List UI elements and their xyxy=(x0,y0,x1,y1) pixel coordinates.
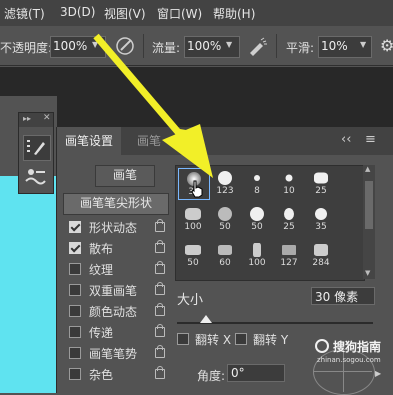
menu-filter[interactable]: 滤镜(T) xyxy=(4,5,45,22)
checkbox[interactable] xyxy=(69,305,81,317)
menu-bar: 滤镜(T) 3D(D) 视图(V) 窗口(W) 帮助(H) xyxy=(0,0,393,26)
watermark-url: zhinan.sogou.com xyxy=(317,356,381,364)
hand-cursor-icon xyxy=(191,180,203,198)
checkbox[interactable] xyxy=(69,347,81,359)
brush-tip[interactable]: 60 xyxy=(210,240,240,270)
checkbox[interactable] xyxy=(69,284,81,296)
scroll-up-icon[interactable]: ▲ xyxy=(365,165,370,173)
panel-tab-row: 画笔设置 画笔 ‹‹ ≡ xyxy=(57,127,393,155)
checkbox[interactable] xyxy=(69,221,81,233)
list-item[interactable]: 纹理 xyxy=(65,260,165,280)
menu-3d[interactable]: 3D(D) xyxy=(60,5,95,19)
brush-tip[interactable]: 10 xyxy=(274,168,304,198)
opacity-label: 不透明度: xyxy=(0,41,53,55)
tab-brush-settings[interactable]: 画笔设置 xyxy=(57,127,122,155)
lock-icon[interactable] xyxy=(155,303,165,316)
brush-tip[interactable]: 50 xyxy=(178,240,208,270)
checkbox[interactable] xyxy=(69,368,81,380)
watermark-logo-icon xyxy=(315,339,329,353)
panel-menu-icon[interactable]: ≡ xyxy=(365,132,376,147)
checkbox[interactable] xyxy=(69,326,81,338)
brush-tip[interactable]: 127 xyxy=(274,240,304,270)
collapse-icon[interactable]: ‹‹ xyxy=(341,132,351,147)
brush-tip[interactable]: 284 xyxy=(306,240,336,270)
brush-settings-panel: 画笔设置 画笔 ‹‹ ≡ 画笔 画笔笔尖形状 形状动态 散布 纹理 双重画笔 颜… xyxy=(56,127,393,395)
close-icon[interactable]: ✕ xyxy=(43,113,51,123)
flip-x-checkbox[interactable] xyxy=(177,333,189,345)
list-item[interactable]: 画笔笔势 xyxy=(65,344,165,364)
brush-tip[interactable]: 35 xyxy=(306,204,336,234)
lock-icon[interactable] xyxy=(155,324,165,337)
menu-help[interactable]: 帮助(H) xyxy=(213,5,255,22)
list-item[interactable]: 杂色 xyxy=(65,365,165,385)
brush-presets-icon xyxy=(25,169,46,185)
menu-window[interactable]: 窗口(W) xyxy=(157,5,202,22)
watermark-text: 搜狗指南 xyxy=(333,340,382,354)
separator xyxy=(143,34,144,58)
flip-y-label: 翻转 Y xyxy=(253,333,289,347)
scroll-thumb[interactable] xyxy=(365,181,373,229)
watermark: 搜狗指南 zhinan.sogou.com xyxy=(315,337,391,367)
list-item[interactable]: 散布 xyxy=(65,239,165,259)
flip-x-label: 翻转 X xyxy=(195,333,232,347)
list-item[interactable]: 传递 xyxy=(65,323,165,343)
smoothing-label: 平滑: xyxy=(286,41,315,55)
collapsed-panel-dock: ▸▸ ✕ xyxy=(18,112,54,194)
gear-icon[interactable]: ⚙ xyxy=(380,36,393,55)
tab-brushes[interactable]: 画笔 xyxy=(129,127,169,155)
brush-settings-icon xyxy=(27,140,45,155)
smoothing-dropdown-icon[interactable]: ▼ xyxy=(360,40,366,49)
lock-icon[interactable] xyxy=(155,345,165,358)
brush-tip[interactable]: 123 xyxy=(210,168,240,198)
brush-tip[interactable]: 100 xyxy=(242,240,272,270)
scroll-down-icon[interactable]: ▼ xyxy=(365,269,370,277)
opacity-dropdown-icon[interactable]: ▼ xyxy=(92,40,98,49)
separator xyxy=(276,34,277,58)
lock-icon[interactable] xyxy=(155,219,165,232)
menu-view[interactable]: 视图(V) xyxy=(104,5,146,22)
list-item[interactable]: 双重画笔 xyxy=(65,281,165,301)
size-slider-handle[interactable] xyxy=(200,315,212,323)
size-label: 大小 xyxy=(177,293,204,308)
brush-tip-shape-button[interactable]: 画笔笔尖形状 xyxy=(63,193,169,215)
angle-field[interactable]: 0° xyxy=(227,364,285,382)
lock-icon[interactable] xyxy=(155,282,165,295)
document-canvas[interactable] xyxy=(0,176,57,393)
checkbox[interactable] xyxy=(69,263,81,275)
brush-tip[interactable]: 25 xyxy=(274,204,304,234)
lock-icon[interactable] xyxy=(155,366,165,379)
airbrush-icon[interactable] xyxy=(246,35,268,60)
list-item[interactable]: 形状动态 xyxy=(65,218,165,238)
flow-dropdown-icon[interactable]: ▼ xyxy=(226,40,232,49)
brush-tip[interactable]: 50 xyxy=(210,204,240,234)
brush-settings-toggle[interactable] xyxy=(23,135,51,161)
lock-icon[interactable] xyxy=(155,261,165,274)
brush-tip[interactable]: 25 xyxy=(306,168,336,198)
brush-tip[interactable]: 50 xyxy=(242,204,272,234)
list-item[interactable]: 颜色动态 xyxy=(65,302,165,322)
pressure-opacity-icon[interactable] xyxy=(114,35,136,60)
brush-presets-button[interactable]: 画笔 xyxy=(95,165,155,187)
expand-icon[interactable]: ▸▸ xyxy=(23,114,31,123)
options-bar: 不透明度: 100% ▼ 流量: 100% ▼ 平滑: 10% ▼ ⚙ xyxy=(0,26,393,66)
size-field[interactable]: 30 像素 xyxy=(311,287,375,305)
dock-header[interactable]: ▸▸ ✕ xyxy=(19,113,53,127)
brush-tip[interactable]: 8 xyxy=(242,168,272,198)
angle-label: 角度: xyxy=(197,369,226,383)
angle-arrow-icon[interactable]: ▶ xyxy=(375,369,381,378)
brush-presets-toggle[interactable] xyxy=(23,165,49,189)
lock-icon[interactable] xyxy=(155,240,165,253)
tip-grid-scrollbar[interactable]: ▲ ▼ xyxy=(363,165,375,279)
flow-label: 流量: xyxy=(152,41,181,55)
flip-y-checkbox[interactable] xyxy=(235,333,247,345)
checkbox[interactable] xyxy=(69,242,81,254)
brush-tip[interactable]: 100 xyxy=(178,204,208,234)
